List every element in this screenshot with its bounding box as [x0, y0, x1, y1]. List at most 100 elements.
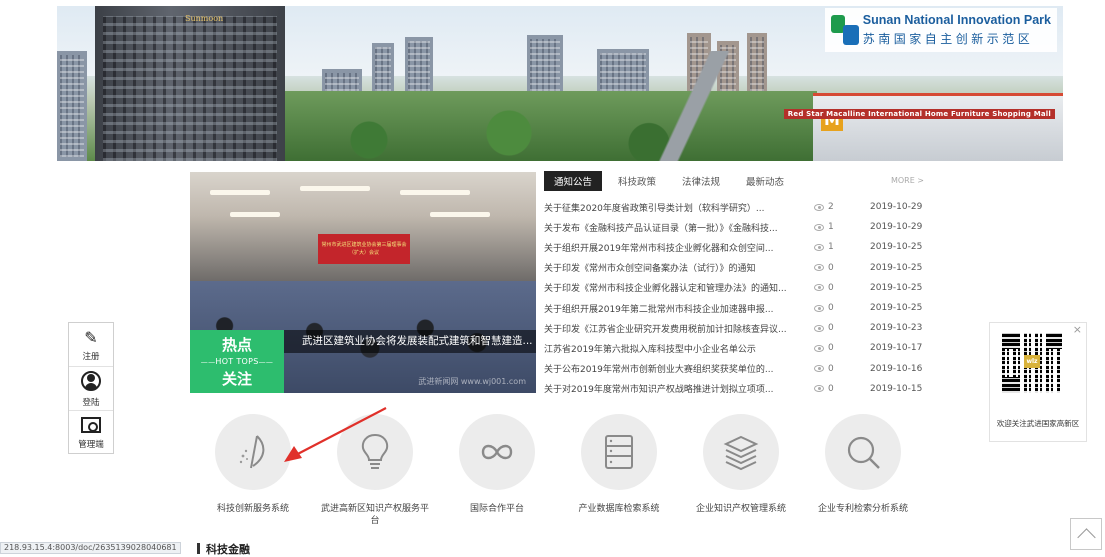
magnifier-icon [847, 436, 880, 469]
eye-icon [814, 203, 824, 211]
hero-banner: Sunmoon M Red Star Macalline Internation… [57, 6, 1063, 161]
news-title[interactable]: 关于组织开展2019年常州市科技企业孵化器和众创空间... [544, 241, 814, 254]
user-icon [81, 371, 101, 391]
hot-topics-badge: 热点 HOT TOPS 关注 [190, 330, 284, 393]
eye-icon [814, 344, 824, 352]
hot-label-cn: 热点 [221, 336, 252, 354]
eye-icon [814, 264, 824, 272]
news-views: 0 [814, 303, 870, 313]
view-count: 1 [828, 242, 834, 253]
news-item[interactable]: 江苏省2019年第六批拟入库科技型中小企业名单公示 0 2019-10-17 [544, 338, 930, 358]
news-views: 0 [814, 283, 870, 293]
platform-patent-search[interactable]: 企业专利检索分析系统 [801, 414, 925, 515]
platform-label[interactable]: 企业知识产权管理系统 [679, 503, 803, 515]
ceiling-light [400, 190, 470, 195]
login-button[interactable]: 登陆 [69, 367, 113, 411]
news-views: 0 [814, 263, 870, 273]
ceiling-light [210, 190, 270, 195]
platform-label[interactable]: 国际合作平台 [435, 503, 559, 515]
platform-circle[interactable] [825, 414, 901, 490]
qr-caption: 欢迎关注武进国家高新区 [996, 419, 1080, 428]
platform-circle[interactable] [703, 414, 779, 490]
more-link[interactable]: MORE > [891, 176, 924, 185]
news-views: 0 [814, 323, 870, 333]
photo-watermark: 武进新闻网 www.wj001.com [418, 377, 526, 386]
news-item[interactable]: 关于印发《常州市众创空间备案办法（试行）》的通知 0 2019-10-25 [544, 258, 930, 278]
news-item[interactable]: 关于印发《江苏省企业研究开发费用税前加计扣除核查异议... 0 2019-10-… [544, 318, 930, 338]
eye-icon [814, 324, 824, 332]
news-title[interactable]: 江苏省2019年第六批拟入库科技型中小企业名单公示 [544, 342, 814, 355]
platform-label[interactable]: 产业数据库检索系统 [557, 503, 681, 515]
news-title[interactable]: 关于征集2020年度省政策引导类计划（软科学研究）... [544, 201, 814, 214]
platform-database[interactable]: 产业数据库检索系统 [557, 414, 681, 515]
view-count: 0 [828, 282, 834, 293]
news-date: 2019-10-29 [870, 222, 923, 233]
tab-notices[interactable]: 通知公告 [544, 171, 603, 191]
platform-label[interactable]: 武进高新区知识产权服务平台 [313, 503, 437, 527]
news-item[interactable]: 关于组织开展2019年常州市科技企业孵化器和众创空间... 1 2019-10-… [544, 237, 930, 257]
news-item[interactable]: 关于印发《常州市科技企业孵化器认定和管理办法》的通知... 0 2019-10-… [544, 278, 930, 298]
view-count: 0 [828, 343, 834, 354]
banner-mall [813, 93, 1063, 161]
view-count: 0 [828, 262, 834, 273]
admin-button[interactable]: 管理端 [69, 411, 113, 455]
hot-news-photo[interactable]: 常州市武进区建筑业协会第三届理事会（扩大）会议 武进区建筑业协会将发展装配式建筑… [190, 172, 536, 393]
platform-international[interactable]: 国际合作平台 [435, 414, 559, 515]
database-icon [605, 435, 633, 469]
news-item[interactable]: 关于发布《金融科技产品认证目录（第一批）》《金融科技... 1 2019-10-… [544, 217, 930, 237]
platform-circle[interactable] [215, 414, 291, 490]
ceiling-light [230, 212, 280, 217]
platform-label[interactable]: 科技创新服务系统 [191, 503, 315, 515]
banner-tower [95, 6, 285, 161]
register-label: 注册 [82, 352, 100, 362]
tab-laws[interactable]: 法律法规 [682, 172, 720, 190]
news-item[interactable]: 关于组织开展2019年第二批常州市科技企业加速器申报... 0 2019-10-… [544, 298, 930, 318]
tab-policies[interactable]: 科技政策 [618, 172, 656, 190]
news-title[interactable]: 关于对2019年度常州市知识产权战略推进计划拟立项项... [544, 382, 814, 395]
news-title[interactable]: 关于发布《金融科技产品认证目录（第一批）》《金融科技... [544, 221, 814, 234]
news-item[interactable]: 关于对2019年度常州市知识产权战略推进计划拟立项项... 0 2019-10-… [544, 379, 930, 399]
register-button[interactable]: ✎ 注册 [69, 323, 113, 367]
view-count: 0 [828, 323, 834, 334]
news-date: 2019-10-25 [870, 303, 923, 314]
close-icon[interactable]: × [1073, 323, 1082, 336]
news-title[interactable]: 关于公布2019年常州市创新创业大赛组织奖获奖单位的... [544, 362, 814, 375]
view-count: 0 [828, 383, 834, 394]
monitor-icon [81, 417, 101, 433]
news-views: 1 [814, 222, 870, 232]
park-name-en: Sunan National Innovation Park [862, 13, 1051, 27]
view-count: 2 [828, 202, 834, 213]
news-views: 0 [814, 384, 870, 394]
news-tabs: 通知公告 科技政策 法律法规 最新动态 MORE > [544, 171, 930, 191]
news-title[interactable]: 关于印发《常州市众创空间备案办法（试行）》的通知 [544, 261, 814, 274]
login-label: 登陆 [82, 398, 100, 408]
hot-news-caption[interactable]: 武进区建筑业协会将发展装配式建筑和智慧建造... [284, 330, 536, 353]
back-to-top-button[interactable] [1070, 518, 1102, 550]
platform-label[interactable]: 企业专利检索分析系统 [801, 503, 925, 515]
news-item[interactable]: 关于公布2019年常州市创新创业大赛组织奖获奖单位的... 0 2019-10-… [544, 359, 930, 379]
mall-sign: Red Star Macalline International Home Fu… [783, 109, 1055, 119]
news-views: 2 [814, 202, 870, 212]
park-logo-icon [831, 13, 859, 47]
platform-circle[interactable] [459, 414, 535, 490]
platform-ip-management[interactable]: 企业知识产权管理系统 [679, 414, 803, 515]
news-title[interactable]: 关于印发《江苏省企业研究开发费用税前加计扣除核查异议... [544, 322, 814, 335]
eye-icon [814, 243, 824, 251]
news-date: 2019-10-25 [870, 242, 923, 253]
news-title[interactable]: 关于组织开展2019年第二批常州市科技企业加速器申报... [544, 302, 814, 315]
ceiling-light [430, 212, 490, 217]
news-title[interactable]: 关于印发《常州市科技企业孵化器认定和管理办法》的通知... [544, 281, 814, 294]
news-item[interactable]: 关于征集2020年度省政策引导类计划（软科学研究）... 2 2019-10-2… [544, 197, 930, 217]
banner-road [617, 51, 797, 161]
platform-circle[interactable] [581, 414, 657, 490]
news-views: 0 [814, 343, 870, 353]
status-url: 218.93.15.4:8003/doc/2635139028040681 [0, 542, 181, 554]
qr-logo: wlz [1024, 355, 1040, 368]
news-date: 2019-10-16 [870, 363, 923, 374]
news-views: 0 [814, 364, 870, 374]
tab-latest[interactable]: 最新动态 [746, 172, 784, 190]
qr-panel: × wlz 欢迎关注武进国家高新区 [989, 322, 1087, 442]
admin-label: 管理端 [78, 440, 104, 450]
qr-code: wlz [1002, 333, 1062, 393]
view-count: 0 [828, 303, 834, 314]
